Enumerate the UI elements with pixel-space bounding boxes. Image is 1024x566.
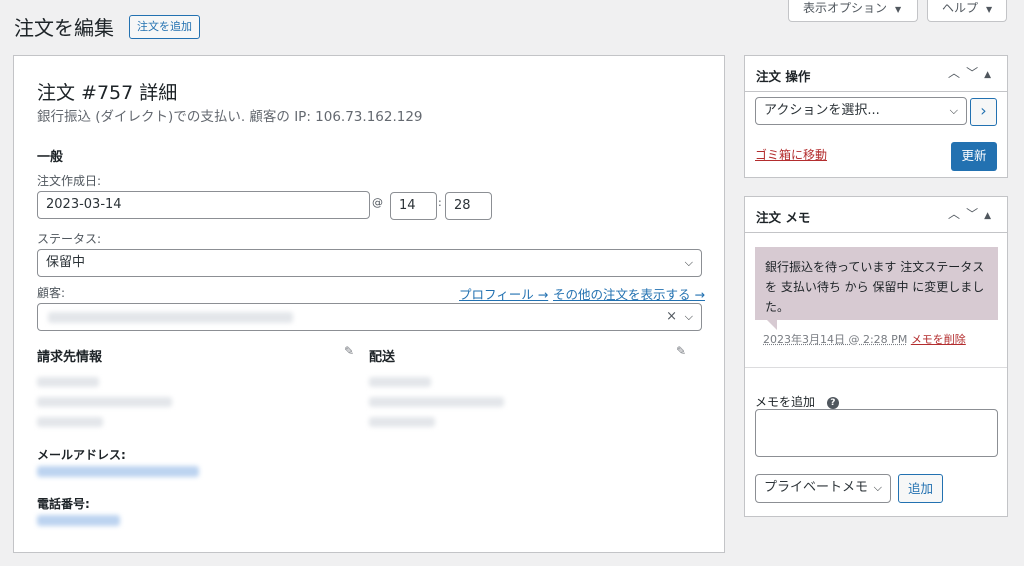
customer-label: 顧客: xyxy=(37,286,66,300)
caret-down-icon: ▼ xyxy=(895,5,902,14)
note-meta: 2023年3月14日 @ 2:28 PM メモを削除 xyxy=(763,331,966,347)
status-value: 保留中 xyxy=(46,255,86,270)
triangle-up-icon[interactable]: ▲ xyxy=(984,211,997,221)
shipping-address-redacted xyxy=(369,397,504,407)
order-action-select[interactable]: アクションを選択... ⌵ xyxy=(755,97,967,125)
screen-options-label: 表示オプション xyxy=(803,1,888,15)
page-title: 注文を編集 xyxy=(14,16,114,40)
billing-country-redacted xyxy=(37,417,103,427)
chevron-down-icon[interactable]: ﹀ xyxy=(966,66,984,80)
order-notes-header: 注文 メモ ︿﹀▲ xyxy=(745,197,1007,233)
order-note: 銀行振込を待っています 注文ステータスを 支払い待ち から 保留中 に変更しまし… xyxy=(755,247,998,320)
clear-icon[interactable]: × xyxy=(666,304,677,330)
delete-note-link[interactable]: メモを削除 xyxy=(911,333,966,346)
chevron-down-icon: ⌵ xyxy=(684,256,693,269)
pencil-icon[interactable]: ✎ xyxy=(676,344,686,358)
order-actions-header: 注文 操作 ︿﹀▲ xyxy=(745,56,1007,92)
chevron-down-icon: ⌵ xyxy=(684,310,693,323)
colon-symbol: : xyxy=(438,196,442,209)
notes-divider xyxy=(745,367,1007,368)
screen-options-tab[interactable]: 表示オプション ▼ xyxy=(788,0,918,22)
customer-select[interactable]: × ⌵ xyxy=(37,303,702,331)
add-order-button[interactable]: 注文を追加 xyxy=(129,15,200,39)
add-note-button[interactable]: 追加 xyxy=(898,474,943,503)
view-other-orders-link[interactable]: その他の注文を表示する → xyxy=(553,284,705,303)
chevron-down-icon: ⌵ xyxy=(949,104,958,117)
email-link-redacted[interactable] xyxy=(37,466,199,477)
order-data-panel: 注文 #757 詳細 銀行振込 (ダイレクト)での支払い. 顧客の IP: 10… xyxy=(13,55,725,553)
billing-title: 請求先情報 xyxy=(37,350,103,365)
chevron-down-icon[interactable]: ﹀ xyxy=(966,207,984,221)
caret-down-icon: ▼ xyxy=(986,5,993,14)
pencil-icon[interactable]: ✎ xyxy=(344,344,354,358)
email-label: メールアドレス: xyxy=(37,448,126,462)
chevron-up-icon[interactable]: ︿ xyxy=(948,66,966,80)
help-tab[interactable]: ヘルプ ▼ xyxy=(927,0,1007,22)
minute-input[interactable]: 28 xyxy=(445,192,492,220)
note-tail xyxy=(767,320,777,330)
status-label: ステータス: xyxy=(37,232,102,246)
move-to-trash-link[interactable]: ゴミ箱に移動 xyxy=(755,146,827,163)
at-symbol: @ xyxy=(372,196,383,209)
order-notes-panel: 注文 メモ ︿﹀▲ 銀行振込を待っています 注文ステータスを 支払い待ち から … xyxy=(744,196,1008,517)
status-select[interactable]: 保留中 ⌵ xyxy=(37,249,702,277)
shipping-title: 配送 xyxy=(369,350,396,365)
help-label: ヘルプ xyxy=(942,1,979,15)
billing-name-redacted xyxy=(37,377,99,387)
add-note-label: メモを追加 xyxy=(755,395,816,409)
apply-action-button[interactable]: › xyxy=(970,98,997,126)
add-note-label-row: メモを追加 ? xyxy=(755,393,839,410)
note-type-value: プライベートメモ xyxy=(764,480,869,495)
panel-controls[interactable]: ︿﹀▲ xyxy=(948,64,997,81)
order-heading: 注文 #757 詳細 xyxy=(37,82,178,104)
general-section-title: 一般 xyxy=(37,150,64,165)
order-notes-title: 注文 メモ xyxy=(756,210,811,225)
shipping-country-redacted xyxy=(369,417,435,427)
note-date: 2023年3月14日 @ 2:28 PM xyxy=(763,333,908,346)
hour-input[interactable]: 14 xyxy=(390,192,437,220)
order-payment-info: 銀行振込 (ダイレクト)での支払い. 顧客の IP: 106.73.162.12… xyxy=(37,109,423,125)
billing-address-redacted xyxy=(37,397,172,407)
order-actions-title: 注文 操作 xyxy=(756,69,811,84)
chevron-down-icon: ⌵ xyxy=(873,481,882,494)
customer-value-redacted xyxy=(48,312,293,323)
shipping-name-redacted xyxy=(369,377,431,387)
triangle-up-icon[interactable]: ▲ xyxy=(984,70,997,80)
order-action-placeholder: アクションを選択... xyxy=(764,103,880,118)
date-created-label: 注文作成日: xyxy=(37,174,102,188)
chevron-up-icon[interactable]: ︿ xyxy=(948,207,966,221)
phone-link-redacted[interactable] xyxy=(37,515,120,526)
panel-controls[interactable]: ︿﹀▲ xyxy=(948,205,997,222)
phone-label: 電話番号: xyxy=(37,497,90,511)
help-icon[interactable]: ? xyxy=(826,396,839,409)
note-textarea[interactable] xyxy=(755,409,998,457)
note-type-select[interactable]: プライベートメモ ⌵ xyxy=(755,474,891,503)
order-actions-panel: 注文 操作 ︿﹀▲ アクションを選択... ⌵ › ゴミ箱に移動 更新 xyxy=(744,55,1008,178)
update-button[interactable]: 更新 xyxy=(951,142,997,171)
date-created-input[interactable]: 2023-03-14 xyxy=(37,191,370,219)
customer-profile-link[interactable]: プロフィール → xyxy=(459,284,548,303)
